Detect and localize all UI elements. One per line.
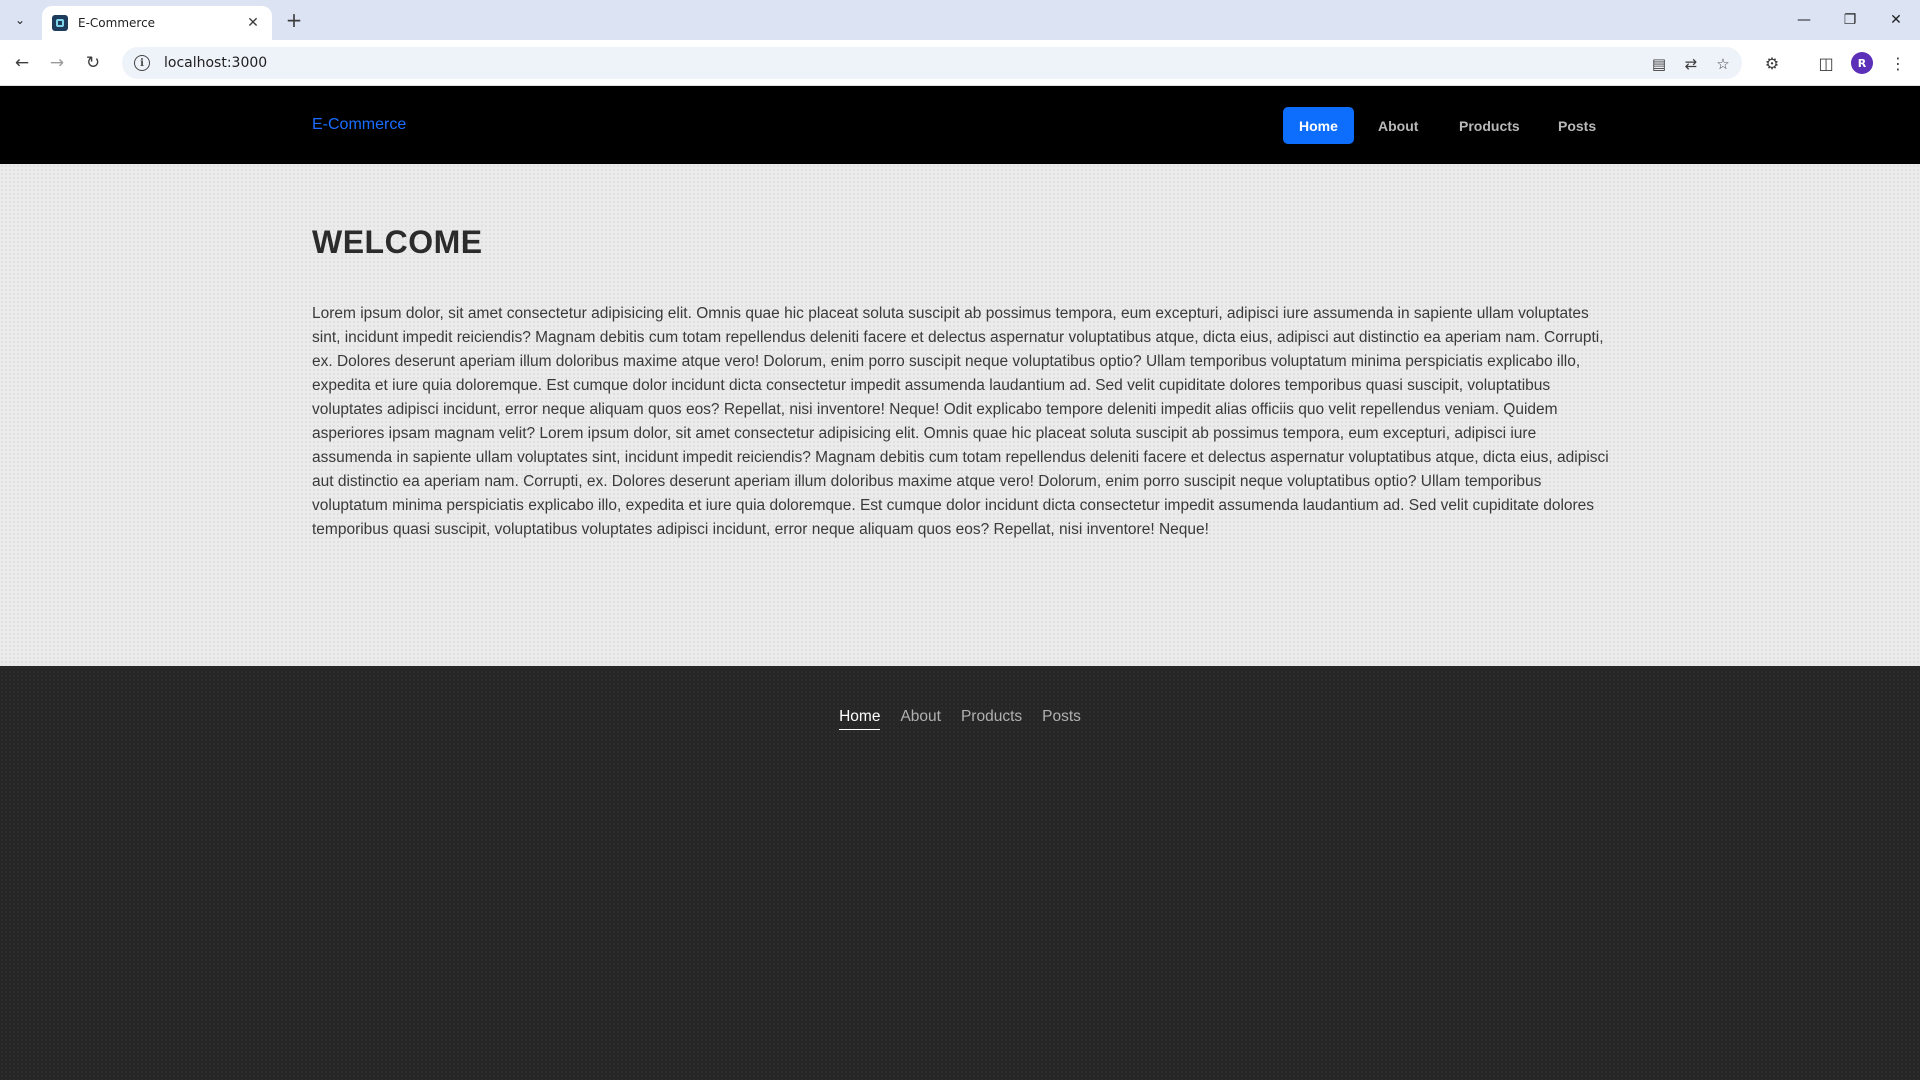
nav-home[interactable]: Home	[1283, 107, 1354, 144]
nav-about[interactable]: About	[1362, 107, 1434, 144]
forward-arrow-icon[interactable]: →	[43, 49, 71, 77]
body-paragraph: Lorem ipsum dolor, sit amet consectetur …	[312, 305, 1609, 538]
bookmark-star-icon[interactable]: ☆	[1712, 53, 1734, 75]
site-info-icon[interactable]: i	[134, 55, 150, 71]
extensions-puzzle-icon[interactable]: ⚙	[1760, 51, 1784, 75]
back-arrow-icon[interactable]: ←	[8, 49, 36, 77]
footer-nav: Home About Products Posts	[0, 708, 1920, 730]
site-navbar: E-Commerce Home About Products Posts	[0, 86, 1920, 164]
profile-avatar[interactable]: R	[1851, 52, 1873, 74]
address-bar[interactable]: i localhost:3000 ▤ ⇄ ☆	[122, 47, 1742, 79]
tab-title: E-Commerce	[78, 16, 156, 30]
window-close-icon[interactable]: ✕	[1882, 6, 1910, 34]
page-title: WELCOME	[312, 224, 483, 260]
browser-tab[interactable]: E-Commerce ✕	[42, 6, 272, 40]
footer-link-about[interactable]: About	[900, 708, 941, 730]
tab-close-icon[interactable]: ✕	[244, 15, 262, 31]
main-content: WELCOME Lorem ipsum dolor, sit amet cons…	[0, 164, 1920, 666]
site-footer: Home About Products Posts	[0, 666, 1920, 1080]
reload-icon[interactable]: ↻	[79, 49, 107, 77]
footer-link-posts[interactable]: Posts	[1042, 708, 1081, 730]
footer-link-products[interactable]: Products	[961, 708, 1022, 730]
nav-products[interactable]: Products	[1443, 107, 1536, 144]
tab-search-chevron-icon[interactable]: ⌄	[8, 8, 32, 32]
favicon-icon	[52, 15, 68, 31]
translate-icon[interactable]: ⇄	[1680, 53, 1702, 75]
url-text[interactable]: localhost:3000	[164, 55, 267, 71]
brand-link[interactable]: E-Commerce	[312, 116, 406, 134]
nav-posts[interactable]: Posts	[1542, 107, 1612, 144]
install-app-icon[interactable]: ▤	[1648, 53, 1670, 75]
minimize-icon[interactable]: —	[1790, 6, 1818, 34]
menu-kebab-icon[interactable]: ⋮	[1886, 51, 1910, 75]
browser-toolbar: ← → ↻ i localhost:3000 ▤ ⇄ ☆ ⚙ ◫ ⋮	[0, 40, 1920, 86]
restore-icon[interactable]: ❐	[1836, 6, 1864, 34]
side-panel-icon[interactable]: ◫	[1814, 51, 1838, 75]
browser-tab-strip: ⌄ E-Commerce ✕ + — ❐ ✕	[0, 0, 1920, 40]
new-tab-plus-icon[interactable]: +	[282, 8, 306, 32]
footer-link-home[interactable]: Home	[839, 708, 881, 730]
